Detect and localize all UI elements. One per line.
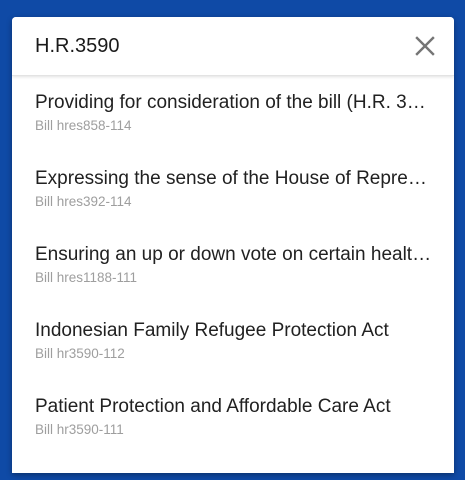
search-bar <box>12 17 454 76</box>
search-result-item[interactable]: Indonesian Family Refugee Protection Act… <box>12 304 454 380</box>
result-bill-id: Bill hres392-114 <box>35 194 132 209</box>
result-title: Providing for consideration of the bill … <box>35 92 432 113</box>
search-results-list: Providing for consideration of the bill … <box>12 76 454 456</box>
result-title: Expressing the sense of the House of Rep… <box>35 168 432 189</box>
search-result-item[interactable]: Patient Protection and Affordable Care A… <box>12 380 454 456</box>
result-bill-id: Bill hres858-114 <box>35 118 132 133</box>
clear-search-button[interactable] <box>410 31 440 61</box>
result-title: Ensuring an up or down vote on certain h… <box>35 244 432 265</box>
search-input[interactable] <box>35 31 410 61</box>
result-title: Patient Protection and Affordable Care A… <box>35 396 391 417</box>
search-dialog: Providing for consideration of the bill … <box>12 17 454 473</box>
result-title: Indonesian Family Refugee Protection Act <box>35 320 389 341</box>
result-bill-id: Bill hr3590-111 <box>35 422 124 437</box>
search-result-item[interactable]: Expressing the sense of the House of Rep… <box>12 152 454 228</box>
result-bill-id: Bill hr3590-112 <box>35 346 125 361</box>
search-result-item[interactable]: Providing for consideration of the bill … <box>12 76 454 152</box>
result-bill-id: Bill hres1188-111 <box>35 270 138 285</box>
search-result-item[interactable]: Ensuring an up or down vote on certain h… <box>12 228 454 304</box>
close-icon <box>415 36 435 56</box>
